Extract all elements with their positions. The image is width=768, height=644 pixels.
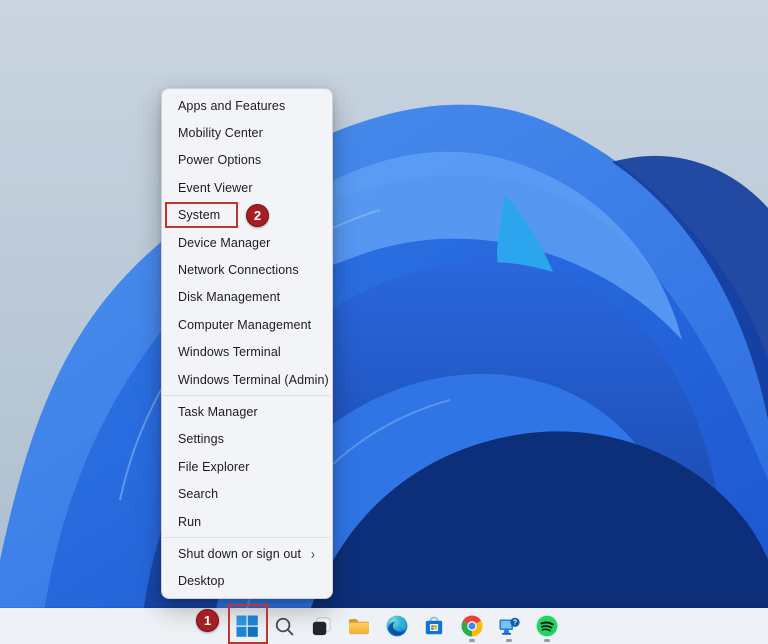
- menu-item-mobility-center[interactable]: Mobility Center: [165, 119, 329, 146]
- menu-item-label: Apps and Features: [178, 98, 286, 113]
- menu-item-label: Network Connections: [178, 263, 299, 278]
- microsoft-store-button[interactable]: [416, 608, 454, 644]
- file-explorer-button[interactable]: [341, 608, 379, 644]
- wallpaper-bloom: [0, 0, 768, 644]
- menu-item-power-options[interactable]: Power Options: [165, 147, 329, 174]
- menu-item-label: File Explorer: [178, 459, 250, 474]
- annotation-badge-step1: 1: [196, 609, 219, 632]
- menu-item-desktop[interactable]: Desktop: [165, 568, 329, 595]
- menu-item-label: Task Manager: [178, 404, 258, 419]
- menu-item-apps-and-features[interactable]: Apps and Features: [165, 92, 329, 119]
- get-help-icon: ?: [499, 617, 520, 635]
- menu-item-label: Shut down or sign out: [178, 546, 302, 561]
- menu-item-label: Computer Management: [178, 317, 312, 332]
- menu-item-file-explorer[interactable]: File Explorer: [165, 453, 329, 480]
- annotation-step2-label: 2: [253, 208, 262, 223]
- menu-item-label: System: [178, 208, 221, 223]
- chevron-right-icon: ›: [310, 545, 315, 563]
- start-button[interactable]: [228, 608, 266, 644]
- taskbar-button-row: ?: [228, 608, 566, 644]
- menu-item-label: Search: [178, 487, 219, 502]
- menu-item-label: Device Manager: [178, 235, 271, 250]
- search-icon: [275, 617, 294, 635]
- running-indicator: [506, 639, 513, 642]
- task-view-button[interactable]: [303, 608, 341, 644]
- menu-item-disk-management[interactable]: Disk Management: [165, 284, 329, 311]
- annotation-badge-step2: 2: [246, 204, 269, 227]
- running-indicator: [543, 639, 550, 642]
- menu-item-task-manager[interactable]: Task Manager: [165, 398, 329, 425]
- menu-item-search[interactable]: Search: [165, 480, 329, 507]
- microsoft-store-icon: [426, 616, 443, 635]
- menu-item-windows-terminal[interactable]: Windows Terminal: [165, 339, 329, 366]
- menu-item-computer-management[interactable]: Computer Management: [165, 311, 329, 338]
- menu-item-windows-terminal-admin[interactable]: Windows Terminal (Admin): [165, 366, 329, 393]
- menu-separator: [164, 395, 330, 397]
- annotation-step1-label: 1: [203, 613, 212, 628]
- edge-button[interactable]: [378, 608, 416, 644]
- menu-item-run[interactable]: Run: [165, 508, 329, 535]
- menu-item-label: Windows Terminal: [178, 345, 281, 360]
- menu-item-label: Windows Terminal (Admin): [178, 372, 329, 387]
- menu-item-label: Mobility Center: [178, 126, 263, 141]
- chrome-icon: [461, 615, 483, 637]
- running-indicator: [468, 639, 475, 642]
- menu-item-label: Run: [178, 514, 202, 529]
- menu-item-label: Power Options: [178, 153, 262, 168]
- menu-item-network-connections[interactable]: Network Connections: [165, 256, 329, 283]
- menu-item-label: Event Viewer: [178, 180, 253, 195]
- spotify-button[interactable]: [528, 608, 566, 644]
- menu-item-label: Disk Management: [178, 290, 281, 305]
- windows-logo-icon: [236, 615, 258, 637]
- winx-context-menu: Apps and Features Mobility Center Power …: [161, 88, 333, 600]
- edge-icon: [386, 615, 408, 637]
- search-button[interactable]: [266, 608, 304, 644]
- menu-item-label: Desktop: [178, 574, 225, 589]
- menu-item-label: Settings: [178, 432, 224, 447]
- chrome-button[interactable]: [453, 608, 491, 644]
- taskbar: ?: [0, 608, 768, 644]
- menu-item-device-manager[interactable]: Device Manager: [165, 229, 329, 256]
- get-help-button[interactable]: ?: [491, 608, 529, 644]
- svg-text:?: ?: [513, 620, 517, 627]
- desktop: Apps and Features Mobility Center Power …: [0, 0, 768, 644]
- menu-item-event-viewer[interactable]: Event Viewer: [165, 174, 329, 201]
- spotify-icon: [536, 615, 558, 637]
- menu-item-settings[interactable]: Settings: [165, 426, 329, 453]
- file-explorer-icon: [349, 619, 370, 635]
- menu-item-shut-down-or-sign-out[interactable]: Shut down or sign out ›: [165, 540, 329, 567]
- task-view-icon: [313, 616, 331, 635]
- menu-separator: [164, 537, 330, 539]
